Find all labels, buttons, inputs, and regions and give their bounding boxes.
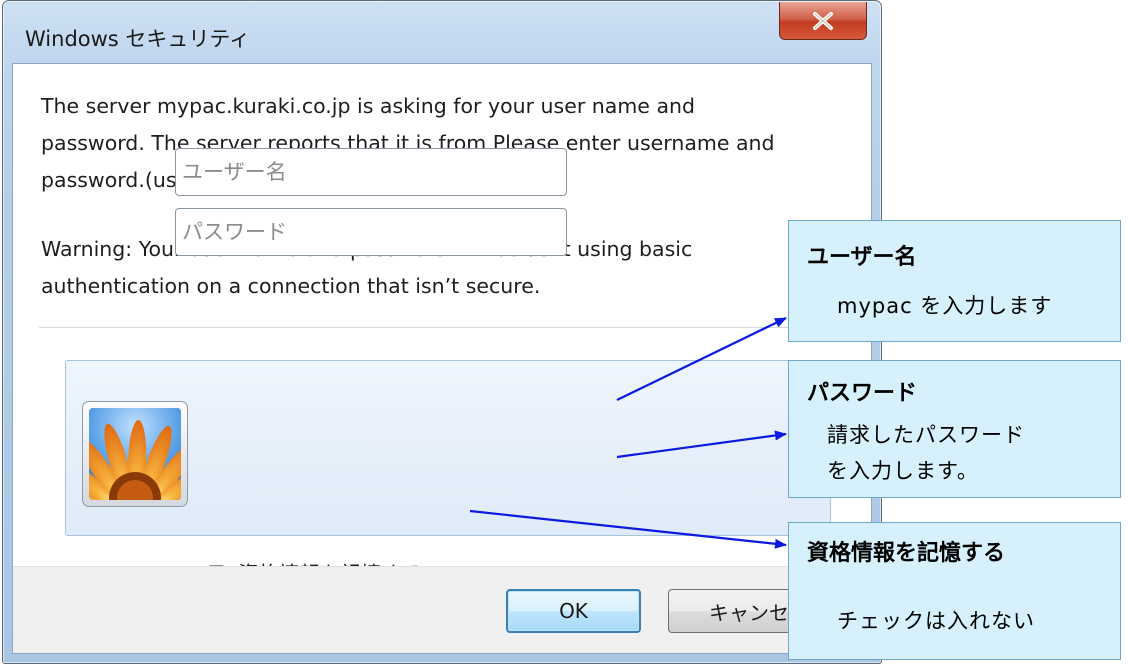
dialog-body: The server mypac.kuraki.co.jp is asking … [12, 63, 872, 654]
security-dialog: Windows セキュリティ The server mypac.kuraki.c… [2, 0, 882, 664]
user-tile-flower-icon [82, 401, 188, 507]
callout-password-desc-line1: 請求したパスワード [827, 423, 1025, 447]
close-button[interactable] [779, 2, 867, 40]
callout-username: ユーザー名 mypac を入力します [788, 220, 1121, 342]
ok-button-label: OK [559, 599, 588, 623]
callout-password: パスワード 請求したパスワード を入力します。 [788, 360, 1121, 498]
callout-remember-title: 資格情報を記憶する [807, 541, 1006, 566]
callout-username-desc: mypac を入力します [837, 294, 1053, 318]
divider [39, 327, 859, 328]
close-x-icon [813, 11, 833, 30]
callout-remember: 資格情報を記憶する チェックは入れない [788, 522, 1121, 660]
callout-password-desc: 請求したパスワード を入力します。 [827, 417, 1025, 489]
callout-remember-desc: チェックは入れない [837, 609, 1035, 633]
window-title: Windows セキュリティ [25, 27, 251, 51]
username-field[interactable] [175, 148, 567, 196]
ok-button[interactable]: OK [506, 589, 641, 633]
callout-password-desc-line2: を入力します。 [827, 459, 979, 483]
callout-username-title: ユーザー名 [807, 245, 917, 270]
button-bar: OK キャンセル [13, 566, 871, 653]
avatar-image [89, 408, 181, 500]
callout-password-title: パスワード [807, 381, 918, 406]
password-field[interactable] [175, 208, 567, 256]
credential-panel [65, 360, 831, 536]
